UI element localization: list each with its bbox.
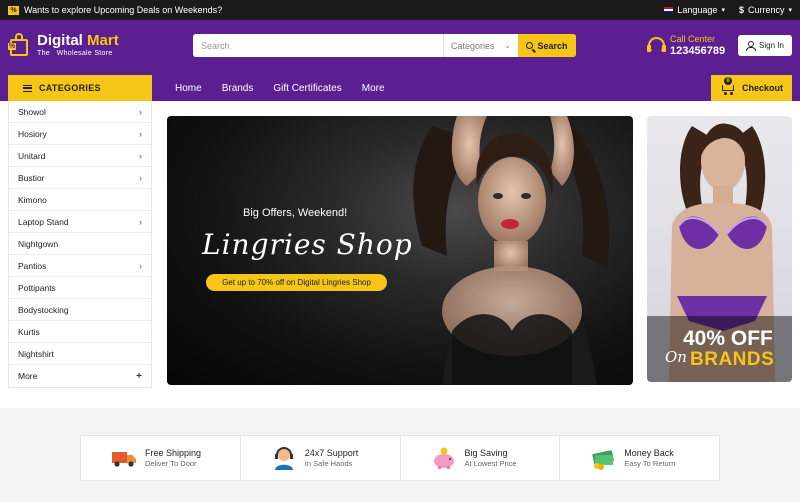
chevron-right-icon: › [139, 216, 142, 227]
promo-text[interactable]: Wants to explore Upcoming Deals on Weeke… [24, 5, 222, 15]
category-sidebar: Showol › Hosiory › Unitard › Bustior › Kimon… [8, 101, 152, 388]
feature-money-back: Money Back Easy To Return [560, 436, 719, 480]
main-nav: CATEGORIES Home Brands Gift Certificates… [0, 75, 800, 101]
checkout-button[interactable]: 0 Checkout [711, 75, 792, 101]
nav-link-brands[interactable]: Brands [222, 83, 254, 94]
search-input[interactable] [193, 34, 443, 57]
call-center-number[interactable]: 123456789 [670, 45, 725, 57]
cart-count: 0 [723, 77, 732, 85]
search-bar: Categories ⌄ Search [193, 34, 576, 57]
sign-in-button[interactable]: Sign In [738, 35, 792, 56]
feature-big-saving: Big Saving At Lowest Price [401, 436, 561, 480]
promo-message[interactable]: % Wants to explore Upcoming Deals on Wee… [8, 5, 222, 15]
sidebar-item-nightshirt[interactable]: Nightshirt [9, 343, 151, 365]
headset-icon [647, 37, 666, 54]
search-icon [526, 42, 534, 49]
hero-offer-pill[interactable]: Get up to 70% off on Digital Lingries Sh… [206, 274, 387, 291]
call-center[interactable]: Call Center 123456789 [647, 34, 725, 57]
truck-icon [112, 452, 136, 467]
logo-tagline: The Wholesale Store [37, 49, 113, 57]
site-logo[interactable]: % Digital Mart The Wholesale Store [8, 32, 119, 58]
side-banner-brands: BRANDS [690, 349, 775, 370]
sidebar-item-nightgown[interactable]: Nightgown [9, 233, 151, 255]
language-label: Language [677, 5, 718, 15]
side-banner-discount: 40% OFF [683, 327, 773, 350]
currency-dropdown[interactable]: $ Currency ▾ [739, 5, 792, 15]
call-center-label: Call Center [670, 34, 716, 44]
chevron-down-icon: ⌄ [504, 41, 511, 50]
shopping-bag-icon: % [8, 32, 32, 58]
sidebar-item-unitard[interactable]: Unitard › [9, 145, 151, 167]
logo-name: Digital Mart [37, 31, 119, 49]
sidebar-item-kimono[interactable]: Kimono [9, 189, 151, 211]
nav-link-gift-certificates[interactable]: Gift Certificates [273, 83, 341, 94]
money-icon [592, 450, 615, 470]
chevron-right-icon: › [139, 172, 142, 183]
sidebar-item-kurtis[interactable]: Kurtis [9, 321, 151, 343]
currency-label: Currency [747, 5, 785, 15]
feature-free-shipping: Free Shipping Deliver To Door [81, 436, 241, 480]
dollar-icon: $ [738, 5, 744, 15]
language-dropdown[interactable]: Language ▾ [664, 5, 725, 15]
chevron-down-icon: ▾ [721, 7, 725, 14]
discount-tag-icon: % [8, 5, 19, 15]
chevron-right-icon: › [139, 128, 142, 139]
nav-link-home[interactable]: Home [175, 83, 202, 94]
chevron-right-icon: › [139, 260, 142, 271]
hero-model-image [413, 116, 610, 385]
user-icon [746, 41, 757, 51]
top-bar: % Wants to explore Upcoming Deals on Wee… [0, 0, 800, 20]
chevron-right-icon: › [139, 106, 142, 117]
nav-link-more[interactable]: More [362, 83, 385, 94]
sidebar-item-pottipants[interactable]: Pottipants [9, 277, 151, 299]
sidebar-item-bodystocking[interactable]: Bodystocking [9, 299, 151, 321]
side-banner-on: On [665, 348, 687, 366]
sidebar-item-hosiory[interactable]: Hosiory › [9, 123, 151, 145]
site-header: % Digital Mart The Wholesale Store Categ… [0, 20, 800, 75]
piggy-bank-icon [433, 447, 454, 469]
sidebar-item-laptop-stand[interactable]: Laptop Stand › [9, 211, 151, 233]
side-promo-banner[interactable]: 40% OFF On BRANDS [647, 116, 792, 382]
sidebar-item-pantios[interactable]: Pantios › [9, 255, 151, 277]
sidebar-item-showol[interactable]: Showol › [9, 101, 151, 123]
menu-icon [23, 84, 32, 92]
plus-icon: + [136, 370, 142, 382]
hero-kicker: Big Offers, Weekend! [243, 207, 348, 219]
category-select[interactable]: Categories ⌄ [443, 34, 518, 57]
search-button[interactable]: Search [518, 34, 576, 57]
chevron-right-icon: › [139, 150, 142, 161]
uk-flag-icon [664, 7, 674, 13]
chevron-down-icon: ▾ [788, 7, 792, 14]
categories-toggle[interactable]: CATEGORIES [8, 75, 152, 101]
features-strip: Free Shipping Deliver To Door 24x7 Suppo… [80, 435, 720, 481]
sidebar-item-bustior[interactable]: Bustior › [9, 167, 151, 189]
hero-title: Lingries Shop [202, 228, 413, 261]
sidebar-item-more[interactable]: More + [9, 365, 151, 387]
support-icon [274, 447, 293, 470]
feature-support: 24x7 Support In Safe Hands [241, 436, 401, 480]
hero-banner[interactable]: Big Offers, Weekend! Lingries Shop Get u… [167, 116, 633, 385]
cart-icon: 0 [720, 77, 736, 95]
